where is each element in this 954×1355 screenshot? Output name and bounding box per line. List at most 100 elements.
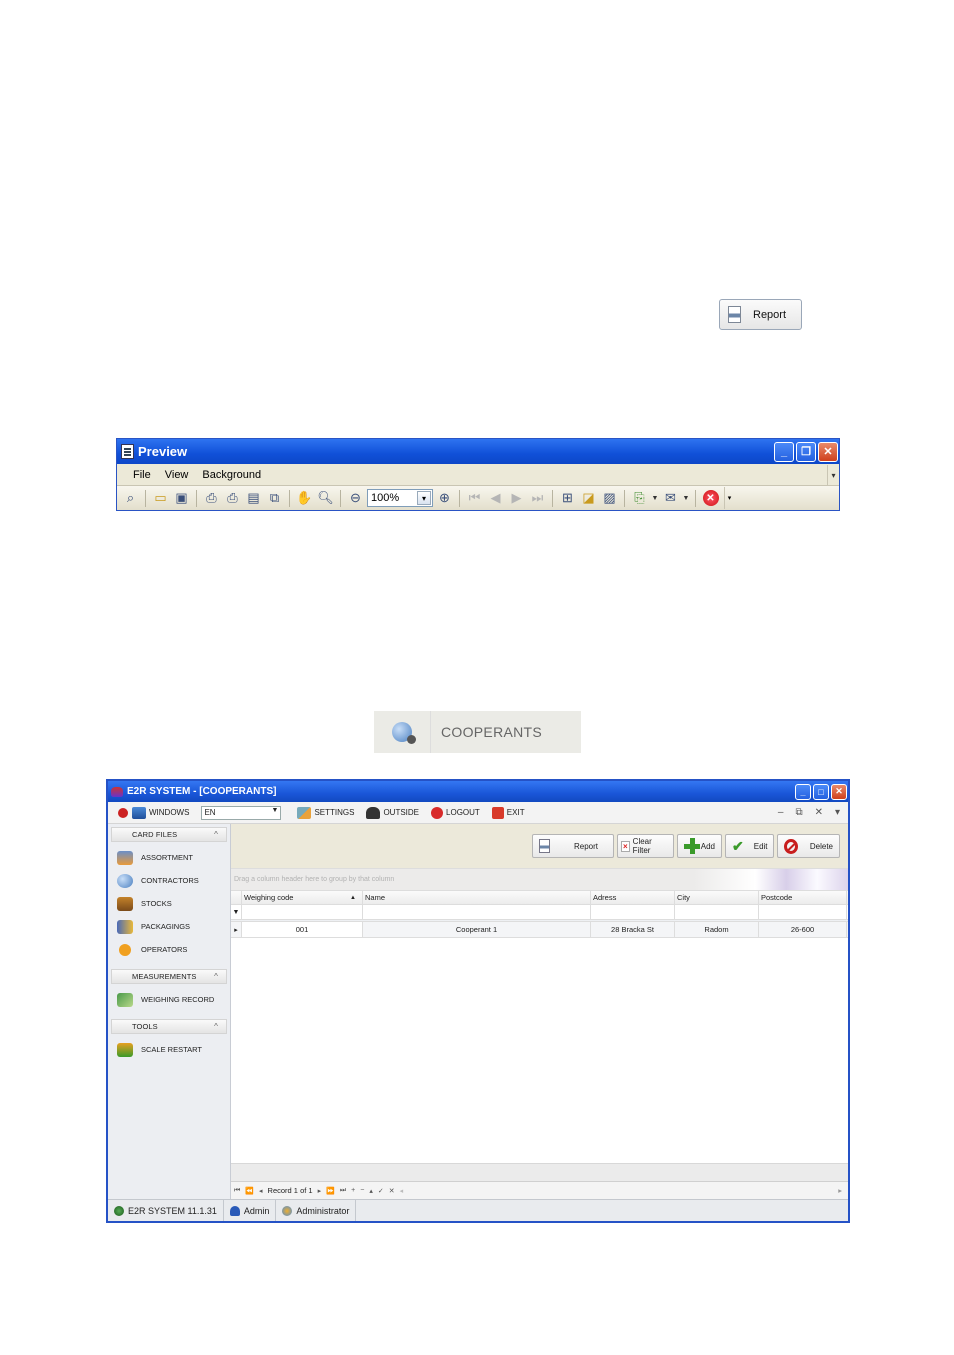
filter-cell-city[interactable]: [675, 905, 759, 919]
open-folder-icon[interactable]: ▭: [151, 489, 170, 508]
group-by-panel[interactable]: Drag a column header here to group by th…: [231, 869, 848, 891]
cell-adress[interactable]: 28 Bracka St: [591, 922, 675, 937]
delete-button[interactable]: Delete: [777, 834, 840, 858]
outside-button[interactable]: OUTSIDE: [366, 806, 419, 819]
zoom-in-icon[interactable]: ⊕: [435, 489, 454, 508]
menu-view[interactable]: View: [165, 469, 189, 481]
close-button[interactable]: ✕: [818, 441, 838, 462]
scale-icon[interactable]: ⧉: [265, 489, 284, 508]
report-button-snippet[interactable]: Report: [719, 299, 802, 330]
logout-button[interactable]: LOGOUT: [431, 806, 480, 819]
nav-prev-icon[interactable]: ◂: [259, 1187, 263, 1195]
column-header-name[interactable]: Name: [363, 891, 591, 904]
sidebar-item-assortment[interactable]: ASSORTMENT: [108, 846, 230, 869]
restore-button[interactable]: ❐: [796, 441, 816, 462]
nav-last-icon[interactable]: ⏭: [340, 1187, 346, 1195]
print-dialog-icon[interactable]: ⎙: [202, 489, 221, 508]
chevron-up-icon[interactable]: ^: [214, 972, 218, 981]
mdi-minimize-icon[interactable]: –: [778, 807, 784, 818]
menu-background[interactable]: Background: [202, 469, 261, 481]
previous-page-icon[interactable]: ◀: [486, 489, 505, 508]
nav-cancel-icon[interactable]: ✕: [389, 1187, 395, 1195]
nav-delete-icon[interactable]: −: [360, 1187, 364, 1194]
edit-button[interactable]: ✔ Edit: [725, 834, 774, 858]
sidebar-item-weighing-record[interactable]: WEIGHING RECORD: [108, 988, 230, 1011]
column-header-adress[interactable]: Adress: [591, 891, 675, 904]
first-page-icon[interactable]: ⏮: [465, 489, 484, 508]
sidebar-group-measurements[interactable]: MEASUREMENTS ^: [111, 969, 227, 984]
pin-icon[interactable]: [118, 807, 128, 818]
print-icon[interactable]: ⎙: [223, 489, 242, 508]
sidebar-group-card-files[interactable]: CARD FILES ^: [111, 827, 227, 842]
magnifier-icon[interactable]: 🔍︎: [316, 489, 335, 508]
nav-first-icon[interactable]: ⏮: [234, 1187, 240, 1195]
email-chevron-down-icon[interactable]: ▼: [682, 495, 690, 502]
nav-prev-page-icon[interactable]: ⏪: [245, 1187, 254, 1195]
app-minimize-button[interactable]: _: [795, 783, 811, 800]
zoom-out-icon[interactable]: ⊖: [346, 489, 365, 508]
add-button[interactable]: Add: [677, 834, 722, 858]
app-maximize-button[interactable]: □: [813, 783, 829, 800]
sidebar-group-tools[interactable]: TOOLS ^: [111, 1019, 227, 1034]
mdi-close-icon[interactable]: ✕: [815, 807, 823, 818]
export-chevron-down-icon[interactable]: ▼: [651, 495, 659, 502]
cell-weighing-code[interactable]: 001: [242, 922, 363, 937]
last-page-icon[interactable]: ⏭: [528, 489, 547, 508]
column-header-city[interactable]: City: [675, 891, 759, 904]
grid-horizontal-scrollbar[interactable]: [231, 1163, 848, 1181]
save-icon[interactable]: ▣: [172, 489, 191, 508]
menu-overflow-chevron-icon[interactable]: ▾: [827, 465, 839, 485]
table-row[interactable]: ▸ 001 Cooperant 1 28 Bracka St Radom 26-…: [231, 922, 848, 938]
chevron-up-icon[interactable]: ^: [214, 1022, 218, 1031]
nav-post-icon[interactable]: ✓: [378, 1187, 384, 1195]
chevron-up-icon[interactable]: ^: [214, 830, 218, 839]
sort-ascending-icon: ▲: [350, 894, 356, 901]
scale-restart-icon: [117, 1042, 133, 1057]
close-preview-icon[interactable]: ✕: [701, 489, 720, 508]
hand-tool-icon[interactable]: ✋: [295, 489, 314, 508]
column-header-postcode[interactable]: Postcode: [759, 891, 847, 904]
chevron-down-icon[interactable]: ▾: [417, 491, 431, 505]
multiple-pages-icon[interactable]: ⊞: [558, 489, 577, 508]
settings-button[interactable]: SETTINGS: [297, 806, 354, 819]
next-page-icon[interactable]: ▶: [507, 489, 526, 508]
exit-button[interactable]: EXIT: [491, 806, 525, 819]
nav-edit-icon[interactable]: ▴: [369, 1187, 373, 1195]
nav-scroll-left-icon[interactable]: ◂: [400, 1187, 404, 1195]
cooperants-nav-item[interactable]: COOPERANTS: [374, 711, 581, 753]
filter-cell-adress[interactable]: [591, 905, 675, 919]
zoom-select[interactable]: 100% ▾: [367, 489, 433, 507]
filter-cell-weighing-code[interactable]: [242, 905, 363, 919]
export-icon[interactable]: ⎘: [630, 489, 649, 508]
language-select[interactable]: EN ▼: [201, 805, 282, 820]
column-header-weighing-code[interactable]: Weighing code ▲: [242, 891, 363, 904]
clear-filter-button[interactable]: × Clear Filter: [617, 834, 674, 858]
cell-name[interactable]: Cooperant 1: [363, 922, 591, 937]
toolbar-overflow-chevron-icon[interactable]: ▾: [724, 487, 734, 509]
send-email-icon[interactable]: ✉: [661, 489, 680, 508]
sidebar-item-packagings[interactable]: PACKAGINGS: [108, 915, 230, 938]
binoculars-find-icon[interactable]: ⌕: [121, 489, 140, 508]
filter-cell-name[interactable]: [363, 905, 591, 919]
minimize-button[interactable]: _: [774, 441, 794, 462]
sidebar-item-stocks[interactable]: STOCKS: [108, 892, 230, 915]
nav-next-icon[interactable]: ▸: [318, 1187, 322, 1195]
page-color-icon[interactable]: ◪: [579, 489, 598, 508]
watermark-icon[interactable]: ▨: [600, 489, 619, 508]
sidebar-item-operators[interactable]: OPERATORS: [108, 938, 230, 961]
cell-postcode[interactable]: 26-600: [759, 922, 847, 937]
page-setup-icon[interactable]: ▤: [244, 489, 263, 508]
nav-add-icon[interactable]: +: [351, 1187, 355, 1194]
sidebar-item-contractors[interactable]: CONTRACTORS: [108, 869, 230, 892]
mdi-restore-icon[interactable]: ⧉: [795, 807, 802, 818]
nav-scroll-right-icon[interactable]: ▸: [838, 1186, 848, 1195]
mdi-chevron-down-icon[interactable]: ▾: [835, 807, 840, 818]
windows-menu[interactable]: WINDOWS: [132, 806, 189, 819]
report-button[interactable]: Report: [532, 834, 614, 858]
app-close-button[interactable]: ✕: [831, 783, 847, 800]
sidebar-item-scale-restart[interactable]: SCALE RESTART: [108, 1038, 230, 1061]
menu-file[interactable]: File: [133, 469, 151, 481]
cell-city[interactable]: Radom: [675, 922, 759, 937]
nav-next-page-icon[interactable]: ⏩: [326, 1187, 335, 1195]
filter-cell-postcode[interactable]: [759, 905, 847, 919]
